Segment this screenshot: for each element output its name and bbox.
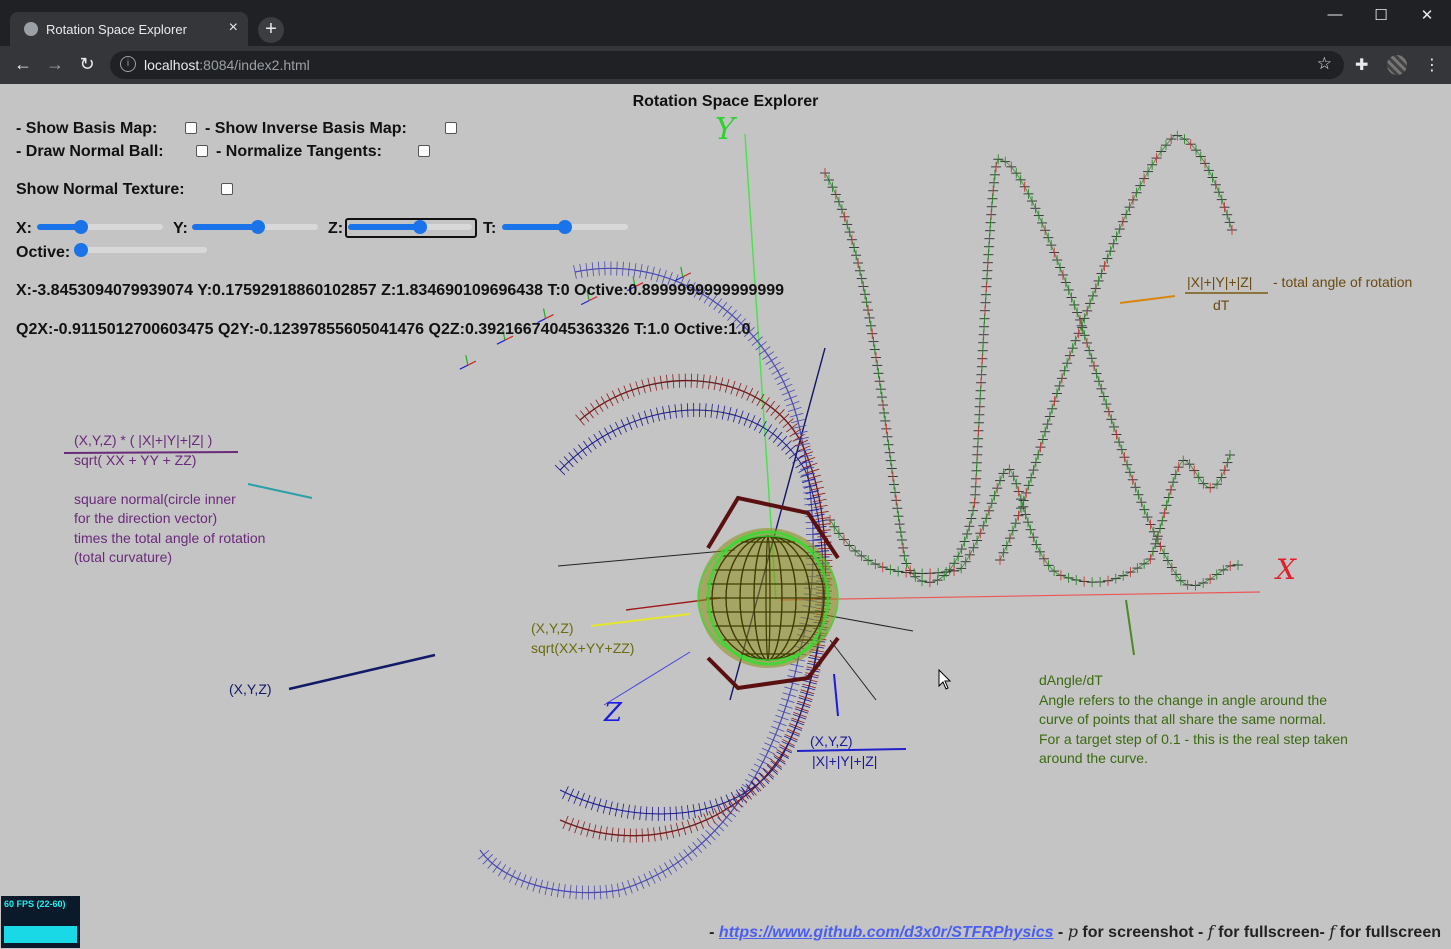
fps-meter: 60 FPS (22-60) (1, 896, 80, 948)
show-normal-texture-checkbox[interactable] (221, 183, 233, 195)
extensions-icon[interactable]: ✚ (1355, 55, 1368, 75)
footer-fullscreen-text-1: for fullscreen- (1213, 924, 1330, 941)
maximize-icon[interactable]: ☐ (1366, 6, 1396, 24)
l1-numerator: (X,Y,Z) (810, 733, 853, 749)
slider-t-label: T: (483, 220, 497, 237)
footer-sep: - (1053, 924, 1068, 941)
url-path: :8084/index2.html (199, 57, 310, 73)
slider-octive-thumb[interactable] (74, 243, 88, 257)
square-normal-denominator: sqrt( XX + YY + ZZ) (74, 452, 197, 468)
github-link[interactable]: https://www.github.com/d3x0r/STFRPhysics (719, 924, 1054, 941)
l1-denominator: |X|+|Y|+|Z| (812, 753, 878, 769)
dangle-title: dAngle/dT (1039, 672, 1103, 688)
slider-z-thumb[interactable] (412, 220, 427, 234)
axis-z-label: Z (604, 698, 623, 728)
bookmark-star-icon[interactable]: ☆ (1317, 54, 1332, 74)
address-bar[interactable]: i localhost:8084/index2.html ☆ (110, 51, 1344, 79)
footer-lead: - (709, 924, 719, 941)
browser-tab[interactable]: Rotation Space Explorer × (10, 12, 248, 46)
profile-avatar[interactable] (1387, 55, 1407, 75)
draw-normal-ball-checkbox[interactable] (196, 145, 208, 157)
square-normal-line-3: times the total angle of rotation (74, 530, 266, 546)
dangle-line-2: curve of points that all share the same … (1039, 711, 1327, 727)
xyz-label: (X,Y,Z) (229, 681, 272, 697)
unit-numerator: (X,Y,Z) (531, 620, 574, 636)
slider-t-thumb[interactable] (558, 220, 572, 234)
slider-z[interactable] (348, 220, 472, 234)
slider-octive-label: Octive: (16, 244, 71, 261)
total-angle-denominator: dT (1213, 297, 1230, 313)
show-inverse-basis-map-checkbox[interactable] (445, 122, 457, 134)
minimize-icon[interactable]: — (1320, 6, 1350, 23)
slider-x-label: X: (16, 220, 32, 237)
square-normal-line-2: for the direction vector) (74, 510, 218, 526)
url-host: localhost (144, 57, 200, 73)
normalize-tangents-checkbox[interactable] (418, 145, 430, 157)
footer: - https://www.github.com/d3x0r/STFRPhysi… (709, 922, 1441, 942)
slider-y-label: Y: (173, 220, 188, 237)
square-normal-numerator: (X,Y,Z) * ( |X|+|Y|+|Z| ) (74, 432, 213, 448)
footer-fullscreen-text-2: for fullscreen (1335, 924, 1441, 941)
tab-title: Rotation Space Explorer (46, 22, 187, 37)
browser-toolbar: ← → ↻ i localhost:8084/index2.html ☆ ✚ ⋮ (0, 46, 1451, 84)
square-normal-line-1: square normal(circle inner (74, 491, 236, 507)
dangle-line-1: Angle refers to the change in angle arou… (1039, 692, 1327, 708)
info-icon[interactable]: i (120, 56, 136, 72)
slider-octive[interactable] (74, 243, 207, 257)
readout-quaternion: Q2X:-0.9115012700603475 Q2Y:-0.123978556… (16, 321, 751, 338)
square-normal-line-4: (total curvature) (74, 549, 173, 565)
page-overlay: Rotation Space Explorer - Show Basis Map… (0, 84, 1451, 949)
draw-normal-ball-label: - Draw Normal Ball: (16, 143, 164, 160)
axis-x-label: X (1276, 553, 1296, 586)
slider-z-label: Z: (328, 220, 344, 237)
fps-text: 60 FPS (22-60) (4, 899, 66, 909)
mouse-cursor-icon (938, 669, 952, 690)
normalize-tangents-label: - Normalize Tangents: (216, 143, 382, 160)
slider-y[interactable] (192, 220, 318, 234)
slider-y-thumb[interactable] (250, 220, 265, 234)
menu-dots-icon[interactable]: ⋮ (1424, 55, 1440, 75)
slider-x-thumb[interactable] (74, 220, 89, 234)
key-p: p (1067, 922, 1078, 941)
unit-denominator: sqrt(XX+YY+ZZ) (531, 640, 635, 656)
show-basis-map-checkbox[interactable] (185, 122, 197, 134)
footer-screenshot-text: for screenshot - (1077, 924, 1208, 941)
page-title: Rotation Space Explorer (632, 93, 819, 110)
dangle-line-3: For a target step of 0.1 - this is the r… (1039, 731, 1348, 747)
browser-titlebar: Rotation Space Explorer × + — ☐ ✕ (0, 0, 1451, 46)
close-window-icon[interactable]: ✕ (1412, 6, 1442, 24)
globe-icon (24, 22, 38, 36)
total-angle-numerator: |X|+|Y|+|Z| (1187, 274, 1253, 290)
readout-rotation: X:-3.8453094079939074 Y:0.17592918860102… (16, 282, 785, 299)
total-angle-description: - total angle of rotation (1273, 274, 1413, 290)
back-arrow-icon[interactable]: ← (11, 54, 35, 75)
new-tab-button[interactable]: + (258, 17, 284, 43)
dangle-line-4: around the curve. (1039, 750, 1148, 766)
slider-t[interactable] (502, 220, 628, 234)
reload-icon[interactable]: ↻ (75, 54, 99, 75)
forward-arrow-icon[interactable]: → (43, 54, 67, 75)
show-inverse-basis-map-label: - Show Inverse Basis Map: (205, 120, 407, 137)
fps-graph (4, 926, 77, 943)
show-basis-map-label: - Show Basis Map: (16, 120, 158, 137)
close-tab-icon[interactable]: × (229, 19, 238, 37)
slider-x[interactable] (37, 220, 163, 234)
show-normal-texture-label: Show Normal Texture: (16, 181, 185, 198)
axis-y-label: Y (715, 112, 735, 147)
